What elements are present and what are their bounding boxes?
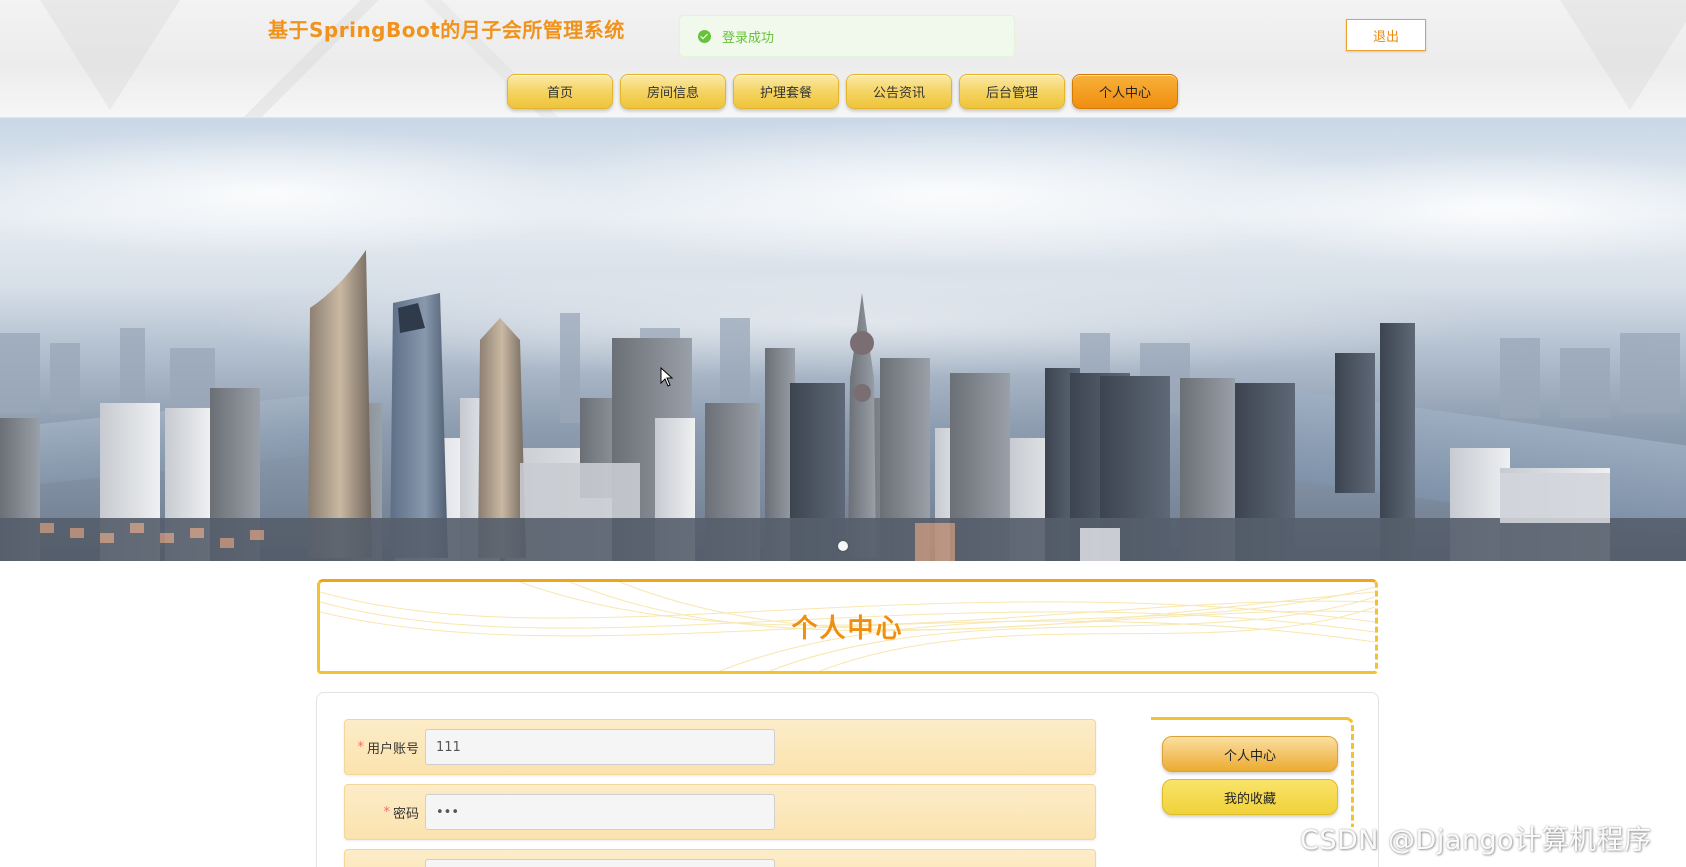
section-title: 个人中心 xyxy=(791,614,904,644)
carousel-dot[interactable] xyxy=(838,541,848,551)
nav-item-news[interactable]: 公告资讯 xyxy=(846,74,952,109)
nav-item-profile[interactable]: 个人中心 xyxy=(1072,74,1178,109)
required-mark: * xyxy=(383,804,390,820)
header: 基于SpringBoot的月子会所管理系统 登录成功 退出 首页 房间信息 护理… xyxy=(0,0,1686,118)
carousel-indicators xyxy=(0,541,1686,551)
password-label-text: 密码 xyxy=(392,806,419,822)
form-row-password: * 密码 ••• xyxy=(344,784,1096,840)
watermark: CSDN @Django计算机程序 xyxy=(1300,825,1652,856)
nav-item-rooms[interactable]: 房间信息 xyxy=(620,74,726,109)
form-row-username: * 用户账号 111 xyxy=(344,719,1096,775)
username-label-text: 用户账号 xyxy=(366,741,419,757)
side-menu-item-favorites[interactable]: 我的收藏 xyxy=(1162,779,1338,815)
main-nav: 首页 房间信息 护理套餐 公告资讯 后台管理 个人中心 xyxy=(507,74,1178,109)
mouse-cursor-icon xyxy=(660,367,674,387)
check-circle-icon xyxy=(698,29,711,43)
profile-form-card: * 用户账号 111 * 密码 ••• 个人中心 我的收藏 xyxy=(316,692,1379,867)
username-label: * 用户账号 xyxy=(357,720,419,774)
site-title: 基于SpringBoot的月子会所管理系统 xyxy=(268,18,625,42)
side-menu: 个人中心 我的收藏 xyxy=(1151,717,1354,827)
toast-message: 登录成功 xyxy=(722,30,775,46)
header-decoration xyxy=(40,0,180,110)
header-decoration xyxy=(1560,0,1686,110)
success-toast: 登录成功 xyxy=(679,15,1015,57)
logout-button[interactable]: 退出 xyxy=(1346,19,1426,51)
section-title-box: 个人中心 xyxy=(317,579,1378,674)
nav-item-care-packages[interactable]: 护理套餐 xyxy=(733,74,839,109)
nav-item-home[interactable]: 首页 xyxy=(507,74,613,109)
city-skyline-image xyxy=(0,250,1686,561)
form-row-next xyxy=(344,849,1096,867)
side-menu-item-profile[interactable]: 个人中心 xyxy=(1162,736,1338,772)
nav-item-admin[interactable]: 后台管理 xyxy=(959,74,1065,109)
banner-carousel[interactable] xyxy=(0,118,1686,561)
required-mark: * xyxy=(357,739,364,755)
username-input[interactable]: 111 xyxy=(425,729,775,765)
next-field-input[interactable] xyxy=(425,859,775,867)
password-label: * 密码 xyxy=(383,785,419,839)
password-input[interactable]: ••• xyxy=(425,794,775,830)
